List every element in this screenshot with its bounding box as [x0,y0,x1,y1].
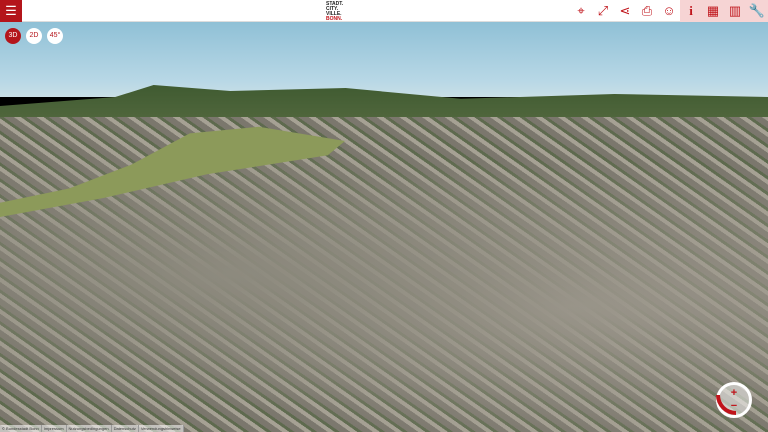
imprint-link[interactable]: Impressum [42,425,67,432]
top-bar: ☰ STADT. CITY. VILLE. BONN. ⌖ ⤢ ⋖ ⎙ ☺ i ▦ ▥ 🔧 [0,0,768,22]
tool-group: i ▦ ▥ 🔧 [680,0,768,22]
map-button[interactable]: ▥ [724,0,746,22]
info-button[interactable]: i [680,0,702,22]
grid-icon: ▦ [706,3,720,18]
share-icon: ⋖ [619,3,631,18]
usage-notes-link[interactable]: Verwendungshinweise [139,425,184,432]
city-terrain [0,117,768,432]
zoom-out-button[interactable]: − [727,401,741,412]
share-button[interactable]: ⋖ [614,0,636,22]
sky [0,22,768,97]
printer-icon: ⎙ [641,3,653,18]
wrench-icon: 🔧 [748,3,766,18]
view-3d-button[interactable]: 3D [5,28,21,44]
print-button[interactable]: ⎙ [636,0,658,22]
copyright: © Bundesstadt Bonn [0,425,42,432]
toolbar: ⌖ ⤢ ⋖ ⎙ ☺ i ▦ ▥ 🔧 [570,0,768,22]
terms-link[interactable]: Nutzungsbedingungen [67,425,112,432]
zoom-in-button[interactable]: + [727,388,741,399]
user-icon: ☺ [662,3,676,18]
map-pin-icon: ⌖ [577,3,585,18]
zoom-control: + − [716,382,752,418]
location-button[interactable]: ⌖ [570,0,592,22]
view-2d-button[interactable]: 2D [26,28,42,44]
view-45-button[interactable]: 45° [47,28,63,44]
menu-button[interactable]: ☰ [0,0,22,22]
tools-button[interactable]: 🔧 [746,0,768,22]
map-icon: ▥ [728,3,742,18]
view-mode-switch: 3D 2D 45° [5,28,63,44]
layers-button[interactable]: ▦ [702,0,724,22]
info-icon: i [689,3,693,18]
logo-line: BONN. [326,16,343,22]
fullscreen-button[interactable]: ⤢ [592,0,614,22]
user-button[interactable]: ☺ [658,0,680,22]
map-3d-view[interactable] [0,22,768,432]
hamburger-icon: ☰ [5,3,17,18]
logo: STADT. CITY. VILLE. BONN. [326,2,343,22]
footer-links: © Bundesstadt Bonn Impressum Nutzungsbed… [0,425,184,432]
expand-icon: ⤢ [597,3,609,18]
privacy-link[interactable]: Datenschutz [112,425,139,432]
